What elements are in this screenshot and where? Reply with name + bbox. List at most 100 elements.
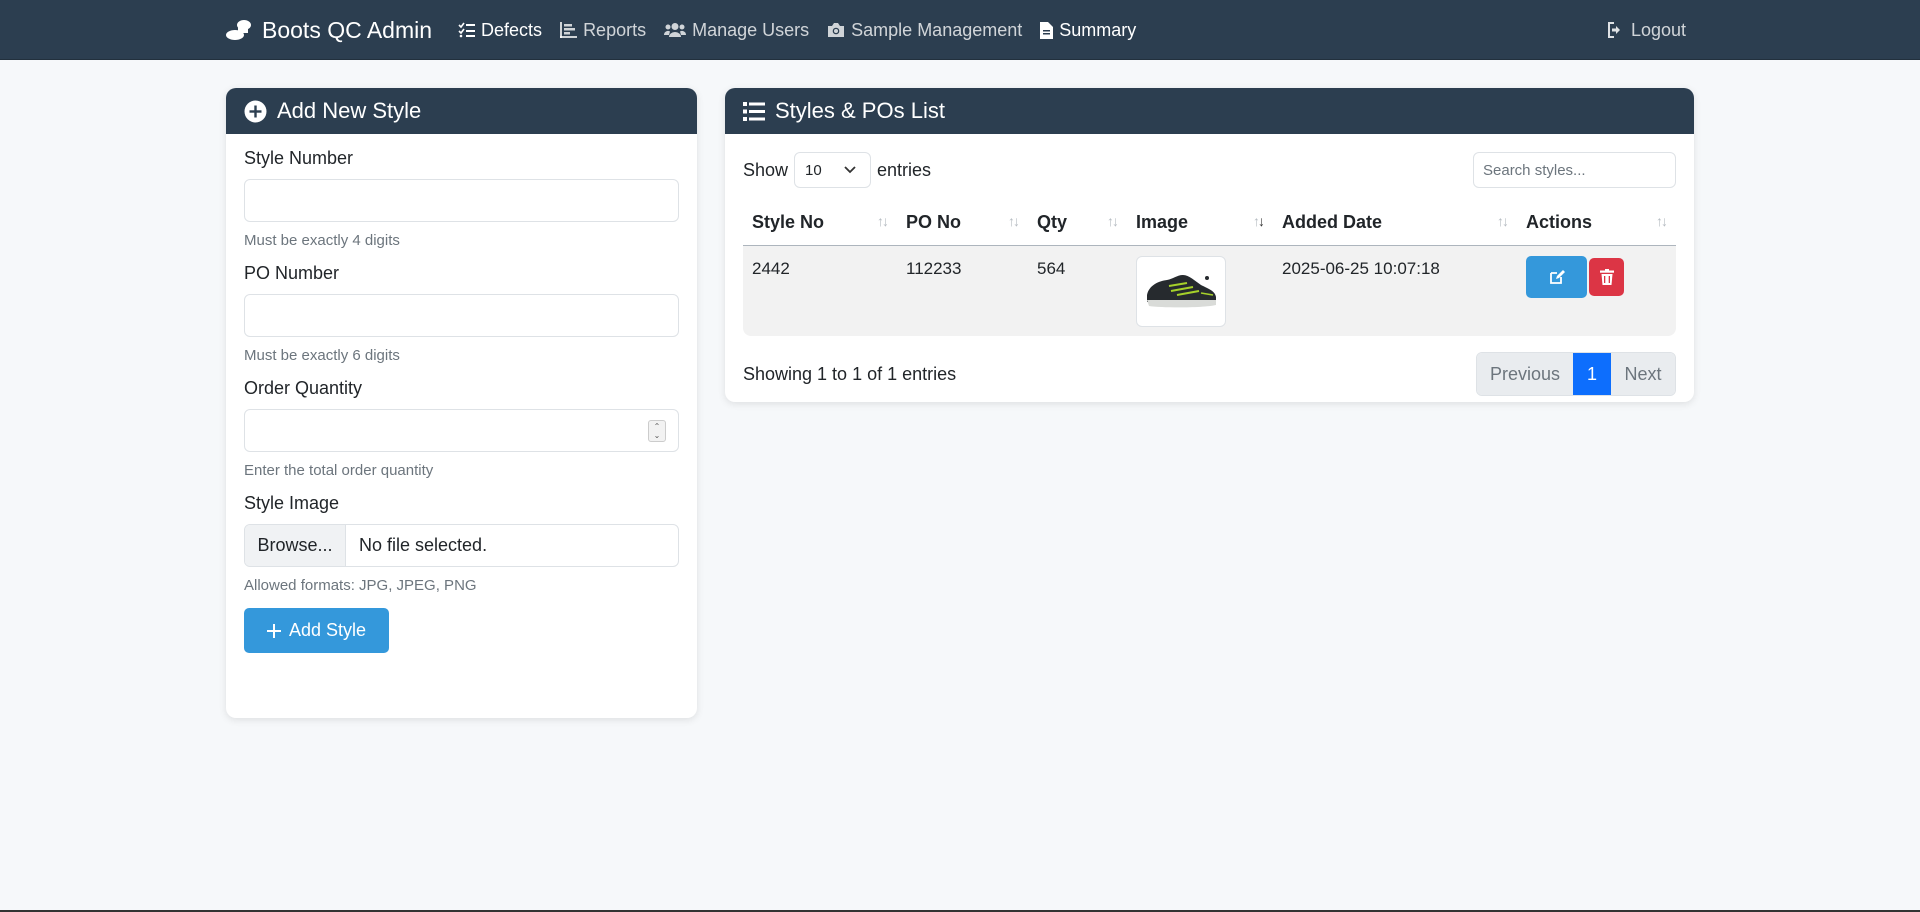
entries-select[interactable]: 10 [794,152,872,188]
add-style-button-label: Add Style [288,620,367,640]
entries-label: entries [877,159,932,180]
col-actions-label: Actions [1526,211,1593,232]
style-number-input[interactable] [244,179,679,222]
add-style-form: Style Number Must be exactly 4 digits PO… [226,134,697,653]
col-image-label: Image [1136,211,1189,232]
style-number-group: Style Number Must be exactly 4 digits [244,148,679,249]
nav-sample-management-label: Sample Management [851,19,1023,40]
pagination: Previous 1 Next [1476,352,1676,396]
edit-icon [1549,269,1565,284]
edit-button[interactable] [1526,255,1587,298]
boot-logo-icon [226,20,251,40]
col-style-no-label: Style No [752,211,825,232]
trash-icon [1599,268,1614,285]
logout-label: Logout [1630,19,1686,40]
style-image-file-input[interactable]: Browse... No file selected. [244,524,679,567]
delete-button[interactable] [1589,257,1624,296]
logout-icon [1607,22,1620,38]
style-number-label: Style Number [244,148,354,168]
order-quantity-help: Enter the total order quantity [244,462,434,479]
style-thumbnail[interactable] [1136,255,1226,327]
po-number-input[interactable] [244,294,679,337]
nav-reports[interactable]: Reports [560,20,646,41]
chart-bar-icon [560,22,578,38]
style-number-help: Must be exactly 4 digits [244,232,400,249]
styles-table-wrapper: Show 10 entries Search styles... Style N… [725,134,1694,396]
pagination-previous[interactable]: Previous [1477,353,1573,395]
stepper-up-icon[interactable]: ⌃ [654,422,661,431]
chevron-down-icon [844,166,856,174]
style-image-group: Style Image Browse... No file selected. … [244,493,679,594]
users-icon [664,23,687,37]
cell-actions [1517,245,1676,336]
stepper-down-icon[interactable]: ⌄ [654,431,661,440]
camera-icon [828,23,845,37]
browse-button[interactable]: Browse... [245,525,346,566]
list-check-icon [458,22,476,38]
table-footer: Showing 1 to 1 of 1 entries Previous 1 N… [743,352,1676,396]
pagination-page-1[interactable]: 1 [1573,353,1611,395]
order-quantity-input[interactable]: ⌃ ⌄ [244,409,679,452]
plus-icon [266,623,281,638]
nav-summary-label: Summary [1059,19,1137,40]
nav-reports-label: Reports [583,19,647,40]
show-label: Show [743,159,789,180]
add-style-button[interactable]: Add Style [244,608,389,653]
shoe-image [1147,275,1216,308]
po-number-label: PO Number [244,263,340,283]
table-info: Showing 1 to 1 of 1 entries [743,363,957,384]
sort-desc-icon: ↑↓ [1253,213,1265,229]
cell-added-date: 2025-06-25 10:07:18 [1273,245,1517,336]
col-image[interactable]: Image ↑↓ [1127,200,1273,246]
col-added-date-label: Added Date [1282,211,1383,232]
col-po-no-label: PO No [906,211,962,232]
brand-title: Boots QC Admin [262,16,433,43]
cell-style-no: 2442 [743,245,897,336]
nav-defects[interactable]: Defects [458,20,542,41]
style-image-label: Style Image [244,493,340,513]
col-style-no[interactable]: Style No ↑↓ [743,200,897,246]
table-header-row: Style No ↑↓ PO No ↑↓ Qty ↑↓ Image ↑↓ Added D… [743,200,1676,246]
sort-icon: ↑↓ [1008,213,1020,229]
sort-icon: ↑↓ [1497,213,1509,229]
col-actions[interactable]: Actions ↑↓ [1517,200,1676,246]
cell-qty: 564 [1028,245,1127,336]
add-style-header: Add New Style [226,88,697,134]
cell-image [1127,245,1273,336]
cell-po-no: 112233 [897,245,1028,336]
nav-manage-users-label: Manage Users [692,19,810,40]
pagination-next[interactable]: Next [1611,353,1675,395]
search-input[interactable]: Search styles... [1473,152,1676,188]
nav-manage-users[interactable]: Manage Users [664,20,809,41]
sort-icon: ↑↓ [1107,213,1119,229]
table-row: 2442 112233 564 2025-06-25 10:07:18 [743,245,1676,336]
styles-list-title: Styles & POs List [775,98,945,123]
nav-sample-management[interactable]: Sample Management [827,20,1022,41]
nav-summary[interactable]: Summary [1040,20,1136,41]
add-style-title: Add New Style [277,98,422,123]
order-quantity-group: Order Quantity ⌃ ⌄ Enter the total order… [244,378,679,479]
nav-defects-label: Defects [481,19,543,40]
po-number-help: Must be exactly 6 digits [244,347,400,364]
top-navbar: Boots QC Admin Defects Reports Manage Us… [0,0,1920,60]
file-icon [1040,21,1054,39]
brand[interactable]: Boots QC Admin [226,17,432,44]
file-status: No file selected. [359,535,488,555]
style-image-help: Allowed formats: JPG, JPEG, PNG [244,577,477,594]
col-qty[interactable]: Qty ↑↓ [1028,200,1127,246]
styles-list-card: Styles & POs List Show 10 entries Search… [725,88,1694,402]
order-quantity-label: Order Quantity [244,378,363,398]
sort-icon: ↑↓ [877,213,889,229]
col-added-date[interactable]: Added Date ↑↓ [1273,200,1517,246]
col-po-no[interactable]: PO No ↑↓ [897,200,1028,246]
add-style-card: Add New Style Style Number Must be exact… [226,88,697,718]
sort-icon: ↑↓ [1656,213,1668,229]
logout-link[interactable]: Logout [1607,20,1686,41]
styles-table: Style No ↑↓ PO No ↑↓ Qty ↑↓ Image ↑↓ Added D… [743,200,1676,336]
entries-select-value: 10 [805,161,822,179]
quantity-stepper[interactable]: ⌃ ⌄ [648,420,666,442]
col-qty-label: Qty [1037,211,1068,232]
styles-list-header: Styles & POs List [725,88,1694,134]
po-number-group: PO Number Must be exactly 6 digits [244,263,679,364]
list-icon [743,101,765,121]
